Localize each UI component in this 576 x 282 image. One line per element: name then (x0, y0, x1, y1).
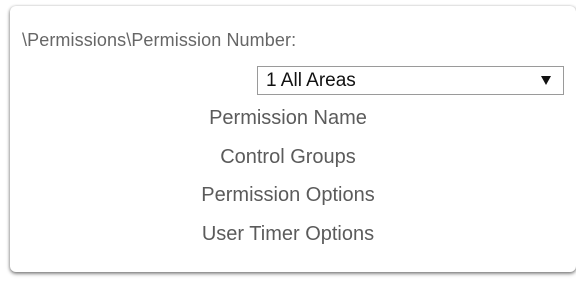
control-groups-link[interactable]: Control Groups (0, 146, 576, 169)
dropdown-arrow-icon[interactable] (541, 76, 551, 85)
permission-number-select[interactable]: 1 All Areas (257, 66, 564, 95)
permission-number-selected-value: 1 All Areas (266, 70, 356, 91)
permission-name-link[interactable]: Permission Name (0, 107, 576, 130)
permission-number-path-label: \Permissions\Permission Number: (22, 30, 297, 50)
permission-options-link[interactable]: Permission Options (0, 184, 576, 207)
user-timer-options-link[interactable]: User Timer Options (0, 223, 576, 246)
